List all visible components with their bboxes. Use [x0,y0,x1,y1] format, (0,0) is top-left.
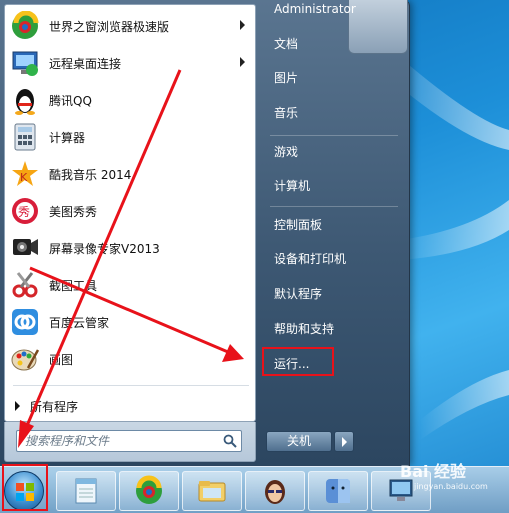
notepad-icon [75,478,97,504]
program-label: 百度云管家 [49,315,110,330]
right-separator [270,206,398,207]
program-item[interactable]: K 酷我音乐 2014 [9,157,253,191]
program-item[interactable]: 计算器 [9,120,253,154]
program-item[interactable]: 腾讯QQ [9,83,253,117]
games-link[interactable]: 游戏 [268,139,398,165]
help-support-link[interactable]: 帮助和支持 [268,316,398,342]
documents-link[interactable]: 文档 [268,31,398,57]
program-label: 美图秀秀 [49,204,98,219]
qq-penguin-icon [9,84,41,116]
submenu-arrow-icon [240,20,245,30]
remote-desktop-icon [9,47,41,79]
devices-printers-link[interactable]: 设备和打印机 [268,246,398,272]
snipping-tool-icon [9,269,41,301]
baidu-cloud-icon [9,306,41,338]
taskbar-item[interactable] [245,471,305,511]
program-label: 远程桌面连接 [49,56,122,71]
program-item[interactable]: 截图工具 [9,268,253,302]
theworld-browser-icon [136,475,162,504]
program-label: 屏幕录像专家V2013 [49,241,160,256]
taskbar-item[interactable] [56,471,116,511]
all-programs-button[interactable]: 所有程序 [13,395,249,417]
computer-link[interactable]: 计算机 [268,173,398,199]
pictures-link[interactable]: 图片 [268,65,398,91]
programs-separator [13,385,249,386]
shutdown-options-button[interactable] [334,431,354,452]
shutdown-button[interactable]: 关机 [266,431,332,452]
theworld-browser-icon [9,10,41,42]
program-item[interactable]: 画图 [9,342,253,376]
watermark: Bai 经验 jingyan.baidu.com [400,458,505,491]
file-explorer-icon [198,481,226,502]
program-item[interactable]: 百度云管家 [9,305,253,339]
svg-text:秀: 秀 [18,205,30,219]
expand-arrow-icon [15,401,20,411]
program-label: 计算器 [49,130,86,145]
submenu-arrow-icon [240,57,245,67]
start-menu: 世界之窗浏览器极速版 远程桌面连接 腾讯QQ 计算器 K 酷我音乐 2014 秀… [0,0,410,466]
default-programs-link[interactable]: 默认程序 [268,281,398,307]
control-panel-link[interactable]: 控制面板 [268,212,398,238]
right-separator [270,135,398,136]
program-label: 画图 [49,352,74,367]
search-placeholder: 搜索程序和文件 [25,434,110,448]
meitu-xiuxiu-icon: 秀 [9,195,41,227]
search-input[interactable]: 搜索程序和文件 [16,430,242,452]
program-label: 世界之窗浏览器极速版 [49,19,170,34]
program-item[interactable]: 世界之窗浏览器极速版 [9,9,253,43]
user-name-link[interactable]: Administrator [268,0,398,22]
music-link[interactable]: 音乐 [268,100,398,126]
program-label: 腾讯QQ [49,93,92,108]
program-label: 截图工具 [49,278,98,293]
calculator-icon [9,121,41,153]
program-item[interactable]: 屏幕录像专家V2013 [9,231,253,265]
svg-text:K: K [20,171,28,184]
search-icon[interactable] [223,434,237,448]
taskbar-item[interactable] [119,471,179,511]
kuwo-music-icon: K [9,158,41,190]
paint-icon [9,343,41,375]
taskbar-item[interactable] [308,471,368,511]
watermark-subtext: jingyan.baidu.com [414,482,488,491]
taskbar-item[interactable] [182,471,242,511]
run-highlight-box [262,347,334,376]
all-programs-label: 所有程序 [30,399,79,414]
programs-pane: 世界之窗浏览器极速版 远程桌面连接 腾讯QQ 计算器 K 酷我音乐 2014 秀… [4,4,256,422]
program-label: 酷我音乐 2014 [49,167,132,182]
screen-recorder-icon [9,232,41,264]
avatar-app-icon [265,480,285,504]
start-highlight-box [2,464,48,511]
mac-finder-icon [326,479,350,503]
program-item[interactable]: 秀 美图秀秀 [9,194,253,228]
program-item[interactable]: 远程桌面连接 [9,46,253,80]
watermark-text: Bai 经验 [400,462,467,481]
